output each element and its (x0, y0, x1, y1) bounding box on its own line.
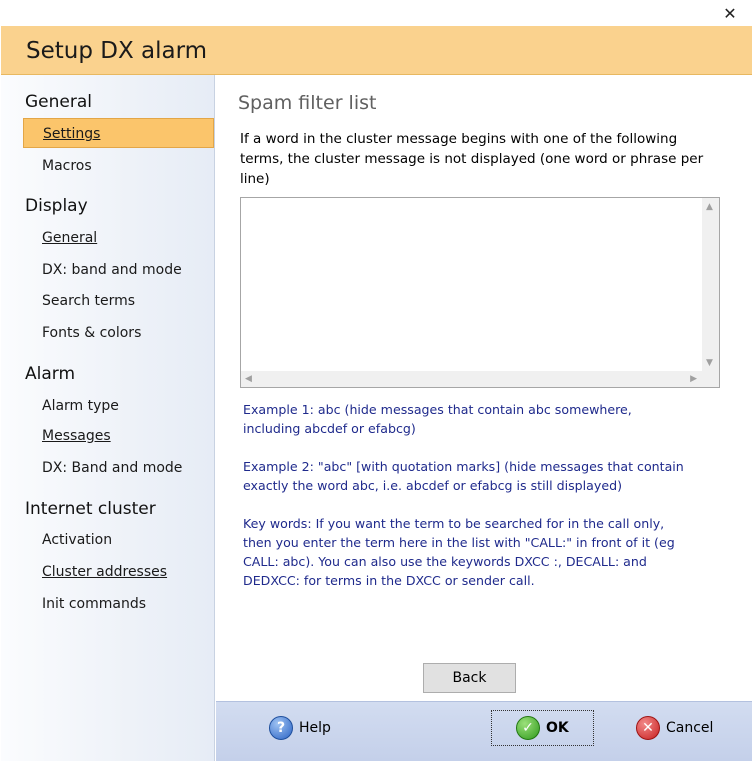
spam-filter-list-input[interactable] (241, 198, 703, 372)
example-2-text: Example 2: "abc" [with quotation marks] … (243, 459, 684, 493)
sidebar-item-label: Settings (43, 126, 101, 142)
check-icon: ✓ (516, 716, 540, 740)
sidebar-group-general: General (25, 92, 92, 112)
sidebar-item-macros[interactable]: Macros (23, 151, 214, 181)
keywords-text: Key words: If you want the term to be se… (243, 516, 675, 588)
spam-filter-list-box: ▲ ▼ ◀ ▶ (240, 197, 720, 388)
scroll-down-icon[interactable]: ▼ (706, 358, 713, 368)
sidebar-item-label: Fonts & colors (42, 325, 142, 341)
sidebar-item-label: Search terms (42, 293, 136, 309)
sidebar-item-label: General (42, 230, 98, 246)
title-bar: ✕ (0, 0, 753, 26)
scroll-right-icon[interactable]: ▶ (690, 374, 697, 384)
sidebar-group-internet-cluster: Internet cluster (25, 499, 156, 519)
ok-button[interactable]: ✓ OK (491, 710, 594, 746)
sidebar-item-cluster-addresses[interactable]: Cluster addresses (23, 557, 214, 587)
help-question-icon: ? (269, 716, 293, 740)
sidebar-item-label: Messages (42, 428, 111, 444)
section-title: Spam filter list (238, 92, 377, 114)
sidebar-item-init-commands[interactable]: Init commands (23, 589, 214, 619)
cancel-x-icon: ✕ (636, 716, 660, 740)
help-button[interactable]: ? Help (269, 710, 331, 746)
dialog-footer: ? Help ✓ OK ✕ Cancel (216, 701, 752, 761)
sidebar-item-label: Macros (42, 158, 92, 174)
sidebar-item-alarm-dx-band-mode[interactable]: DX: Band and mode (23, 453, 214, 483)
sidebar-item-label: DX: Band and mode (42, 460, 183, 476)
sidebar-item-messages[interactable]: Messages (23, 421, 214, 451)
scrollbar-corner (702, 371, 719, 387)
sidebar-item-label: Init commands (42, 596, 147, 612)
sidebar-item-label: DX: band and mode (42, 262, 182, 278)
scroll-up-icon[interactable]: ▲ (706, 202, 713, 212)
ok-button-label: OK (546, 720, 569, 736)
vertical-scrollbar[interactable]: ▲ ▼ (702, 198, 719, 372)
sidebar-item-dx-band-mode[interactable]: DX: band and mode (23, 255, 214, 285)
scroll-left-icon[interactable]: ◀ (245, 374, 252, 384)
description-text: If a word in the cluster message begins … (240, 131, 704, 187)
dialog-header: Setup DX alarm (1, 26, 752, 75)
sidebar-item-settings[interactable]: Settings (23, 118, 214, 148)
dialog-title: Setup DX alarm (26, 38, 208, 64)
close-icon[interactable]: ✕ (707, 0, 753, 26)
sidebar-item-activation[interactable]: Activation (23, 525, 214, 555)
example-1-text: Example 1: abc (hide messages that conta… (243, 402, 632, 436)
sidebar-item-label: Alarm type (42, 398, 119, 414)
sidebar-group-alarm: Alarm (25, 364, 76, 384)
sidebar-item-label: Cluster addresses (42, 564, 168, 580)
sidebar: General Settings Macros Display General … (1, 75, 215, 761)
sidebar-item-label: Activation (42, 532, 113, 548)
sidebar-group-display: Display (25, 196, 88, 216)
cancel-button-label: Cancel (666, 720, 714, 736)
horizontal-scrollbar[interactable]: ◀ ▶ (241, 371, 703, 387)
sidebar-item-fonts-colors[interactable]: Fonts & colors (23, 318, 214, 348)
sidebar-item-alarm-type[interactable]: Alarm type (23, 391, 214, 421)
sidebar-item-search-terms[interactable]: Search terms (23, 286, 214, 316)
cancel-button[interactable]: ✕ Cancel (636, 710, 713, 746)
sidebar-item-display-general[interactable]: General (23, 223, 214, 253)
back-button[interactable]: Back (423, 663, 516, 693)
help-button-label: Help (299, 720, 331, 736)
main-content: Spam filter list If a word in the cluste… (216, 75, 752, 701)
